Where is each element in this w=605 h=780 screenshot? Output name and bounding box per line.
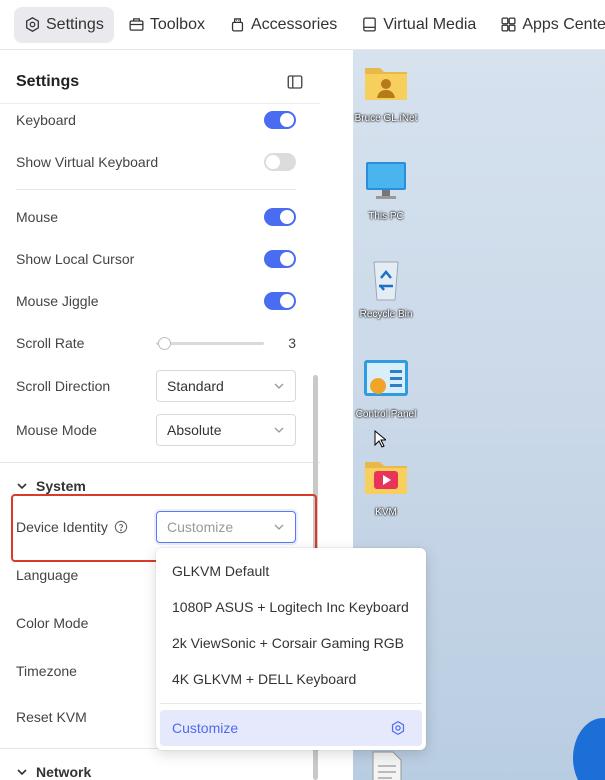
mouse-toggle[interactable] [264, 208, 296, 226]
system-section-header[interactable]: System [16, 476, 86, 496]
local-cursor-toggle[interactable] [264, 250, 296, 268]
scroll-rate-row: Scroll Rate 3 [16, 331, 296, 355]
desktop-icon-label: This PC [368, 211, 404, 222]
local-cursor-row: Show Local Cursor [16, 247, 296, 271]
mouse-mode-label: Mouse Mode [16, 422, 97, 438]
keyboard-label: Keyboard [16, 112, 76, 128]
keyboard-toggle[interactable] [264, 111, 296, 129]
scroll-direction-select[interactable]: Standard [156, 370, 296, 402]
virtual-keyboard-toggle[interactable] [264, 153, 296, 171]
dropdown-option[interactable]: 1080P ASUS + Logitech Inc Keyboard [172, 597, 409, 617]
device-identity-dropdown: GLKVM Default 1080P ASUS + Logitech Inc … [156, 548, 426, 750]
chevron-down-icon [274, 383, 284, 389]
dropdown-separator [160, 703, 422, 704]
kvm-folder-icon [365, 462, 407, 494]
virtual-keyboard-row: Show Virtual Keyboard [16, 150, 296, 174]
apps-center-icon [501, 17, 516, 32]
scroll-direction-label: Scroll Direction [16, 378, 111, 394]
mouse-jiggle-toggle[interactable] [264, 292, 296, 310]
virtual-media-icon [363, 17, 377, 32]
toolbox-icon [129, 18, 144, 31]
tab-toolbox[interactable]: Toolbox [118, 7, 215, 43]
desktop-icon-this-pc[interactable]: This PC [353, 158, 419, 222]
dropdown-option[interactable]: 4K GLKVM + DELL Keyboard [172, 669, 356, 689]
tab-label: Toolbox [149, 15, 205, 33]
chevron-down-icon [17, 769, 27, 776]
header-divider [0, 103, 320, 104]
desktop-icon-label: Bruce GL.iNet [354, 113, 418, 124]
dropdown-option[interactable]: 2k ViewSonic + Corsair Gaming RGB [172, 633, 404, 653]
accessories-icon [231, 18, 244, 32]
color-mode-label: Color Mode [16, 615, 89, 631]
mouse-mode-select[interactable]: Absolute [156, 414, 296, 446]
desktop-icon-label: Control Panel [355, 409, 417, 420]
dropdown-selected-label: Customize [172, 720, 239, 736]
tab-label: Virtual Media [383, 15, 477, 33]
desktop-icon-user-folder[interactable]: Bruce GL.iNet [353, 60, 419, 124]
mouse-jiggle-label: Mouse Jiggle [16, 293, 99, 309]
chevron-down-icon [274, 427, 284, 433]
divider [16, 189, 296, 190]
control-panel-icon [364, 360, 408, 396]
scroll-rate-slider-wrap: 3 [156, 335, 296, 351]
top-tab-bar: Settings Toolbox Accessories Virtual Med… [0, 0, 605, 50]
desktop-icon-recycle-bin[interactable]: Recycle Bin [353, 256, 419, 320]
section-divider [0, 462, 320, 463]
desktop-icon-kvm[interactable]: KVM [353, 454, 419, 518]
sidebar-toggle-icon[interactable] [286, 73, 304, 91]
language-label: Language [16, 567, 79, 583]
user-folder-icon [365, 68, 407, 100]
desktop-icon-control-panel[interactable]: Control Panel [353, 356, 419, 420]
panel-header: Settings [16, 70, 304, 94]
document-icon [372, 751, 402, 780]
network-section-title: Network [36, 764, 92, 780]
tab-virtual-media[interactable]: Virtual Media [351, 7, 486, 43]
dropdown-option-customize[interactable]: Customize [160, 710, 422, 746]
desktop-icon-label: KVM [375, 507, 397, 518]
scroll-rate-label: Scroll Rate [16, 335, 85, 351]
wallpaper-shape [573, 718, 605, 780]
recycle-bin-icon [373, 261, 399, 301]
scroll-direction-value: Standard [167, 378, 224, 394]
desktop-icon-label: Recycle Bin [359, 309, 413, 320]
tab-label: Apps Center [522, 15, 605, 33]
dropdown-option[interactable]: GLKVM Default [172, 561, 269, 581]
mouse-mode-row: Mouse Mode Absolute [16, 414, 296, 446]
panel-title: Settings [16, 73, 80, 90]
keyboard-row: Keyboard [16, 108, 296, 132]
settings-icon [26, 17, 39, 32]
timezone-label: Timezone [16, 663, 77, 679]
tab-apps-center[interactable]: Apps Center [490, 7, 605, 43]
mouse-row: Mouse [16, 205, 296, 229]
reset-kvm-label: Reset KVM [16, 709, 87, 725]
monitor-icon [366, 162, 406, 199]
network-section-header[interactable]: Network [16, 762, 91, 780]
virtual-keyboard-label: Show Virtual Keyboard [16, 154, 159, 170]
mouse-label: Mouse [16, 209, 59, 225]
scroll-rate-slider[interactable] [156, 336, 264, 350]
scroll-direction-row: Scroll Direction Standard [16, 370, 296, 402]
tab-settings[interactable]: Settings [14, 6, 114, 43]
tab-accessories[interactable]: Accessories [219, 7, 347, 43]
scroll-rate-value: 3 [288, 335, 296, 351]
tab-label: Settings [46, 15, 104, 33]
system-section-title: System [36, 478, 86, 494]
mouse-mode-value: Absolute [167, 422, 222, 438]
local-cursor-label: Show Local Cursor [16, 251, 135, 267]
mouse-pointer-icon [374, 430, 386, 448]
tab-label: Accessories [250, 15, 338, 33]
settings-icon[interactable] [390, 720, 406, 736]
chevron-down-icon [17, 483, 27, 490]
scroll-rate-thumb[interactable] [158, 336, 171, 350]
mouse-jiggle-row: Mouse Jiggle [16, 289, 296, 313]
